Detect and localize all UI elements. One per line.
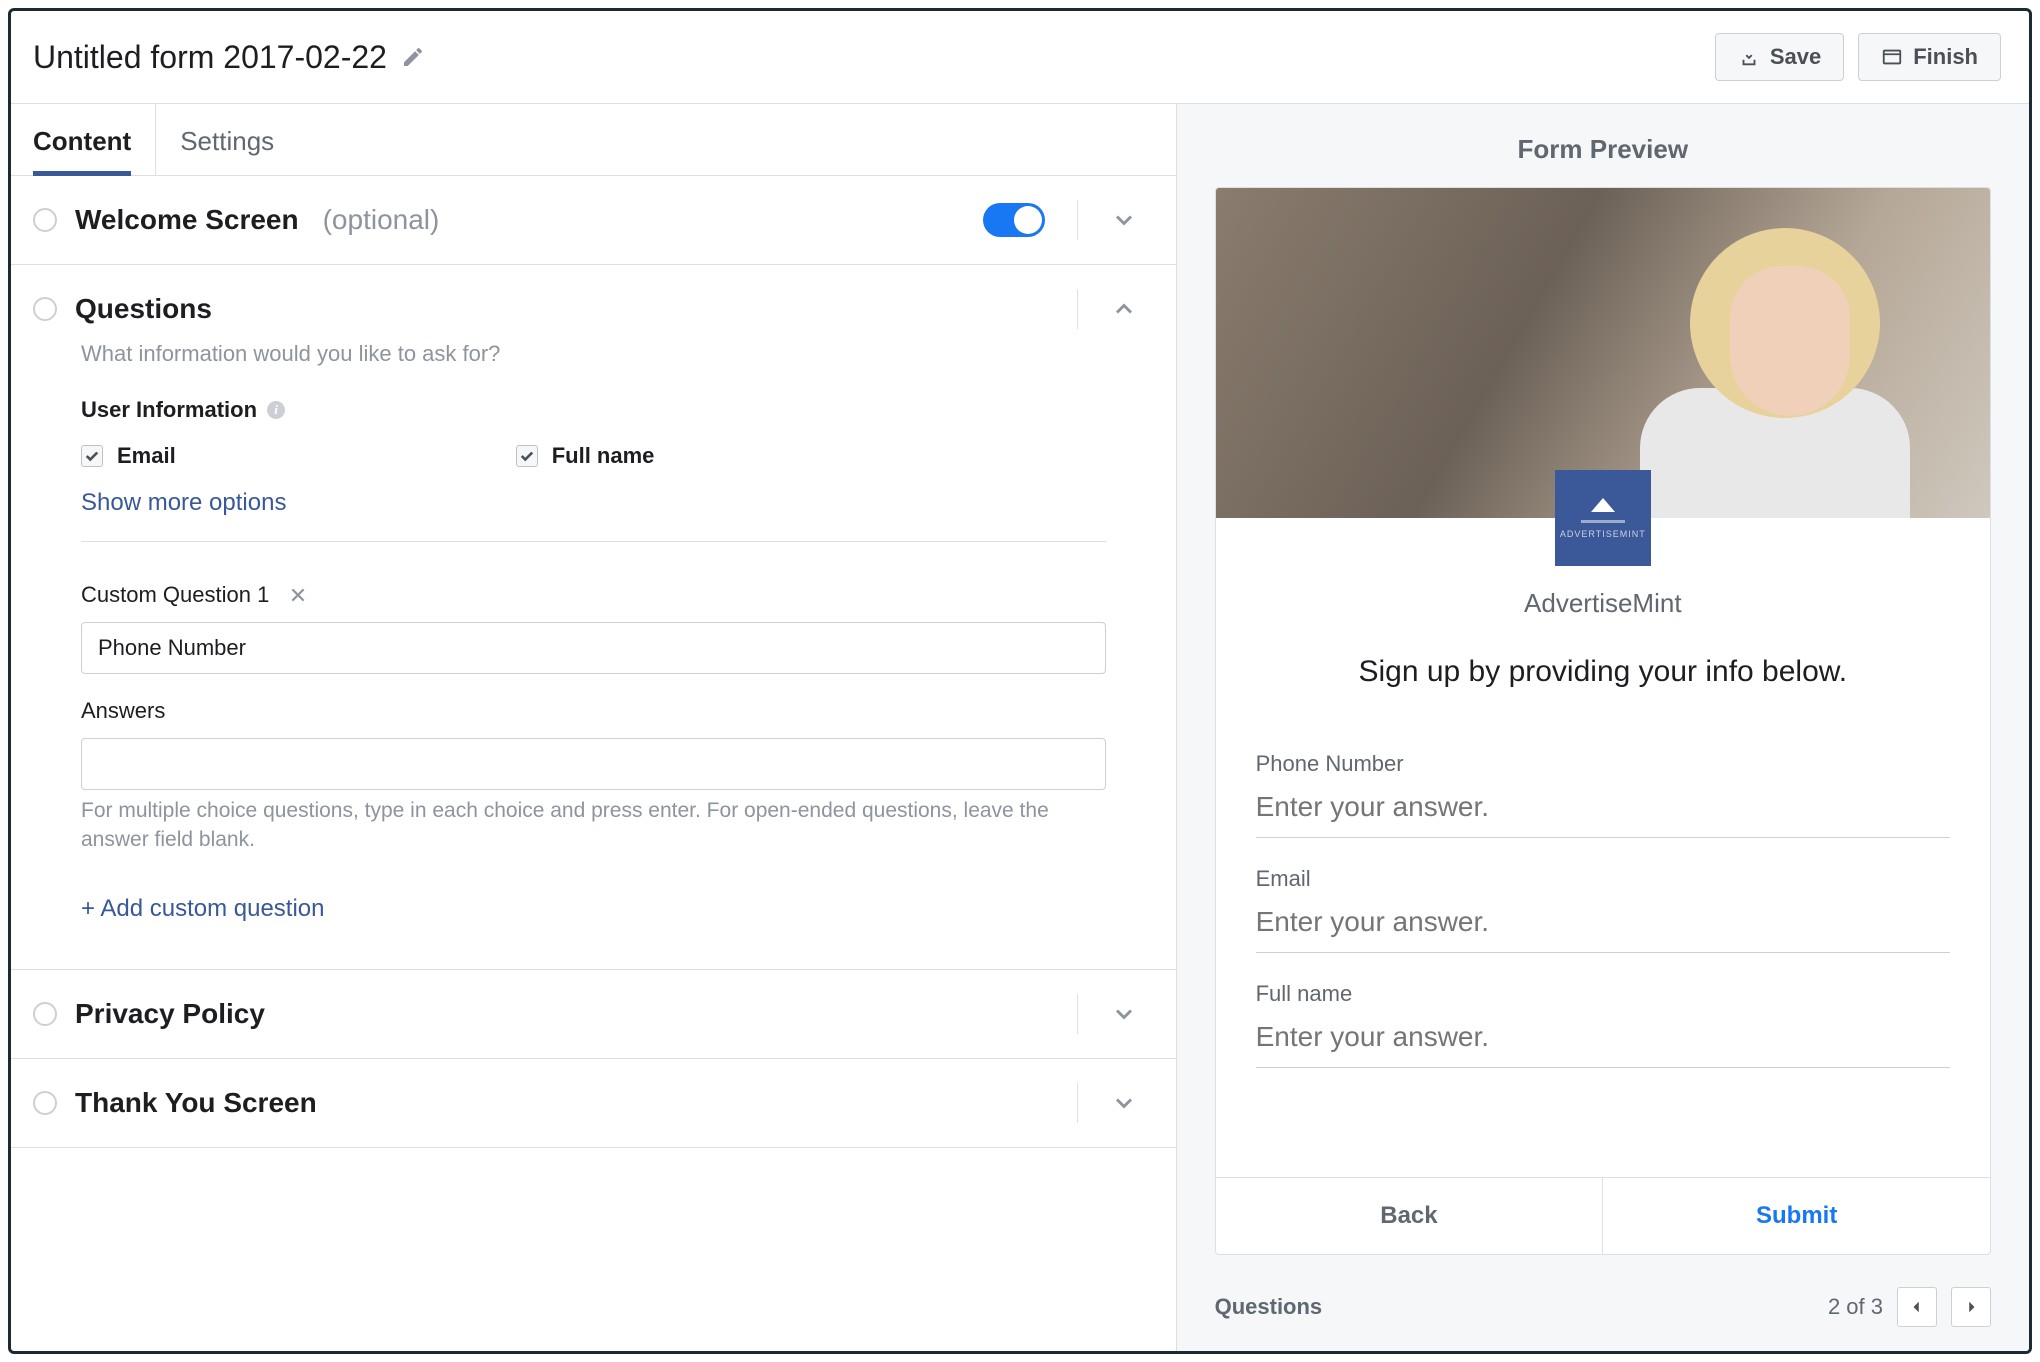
divider (1077, 994, 1078, 1034)
email-checkbox[interactable] (81, 445, 103, 467)
email-label: Email (117, 443, 176, 469)
user-info-label: User Information i (81, 397, 1106, 423)
divider (1077, 1083, 1078, 1123)
save-button[interactable]: Save (1715, 33, 1844, 81)
page-next-button[interactable] (1951, 1287, 1991, 1327)
page-prev-button[interactable] (1897, 1287, 1937, 1327)
save-label: Save (1770, 44, 1821, 70)
person-illustration (1640, 228, 1910, 518)
chevron-up-icon[interactable] (1110, 295, 1138, 323)
welcome-toggle[interactable] (983, 203, 1045, 237)
preview-back-button[interactable]: Back (1216, 1178, 1604, 1254)
preview-field-input[interactable] (1256, 892, 1950, 953)
answers-input[interactable] (81, 738, 1106, 790)
preview-hero-image: ADVERTISEMINT (1216, 188, 1990, 518)
page-indicator: 2 of 3 (1828, 1294, 1883, 1320)
page-title: Untitled form 2017-02-22 (33, 39, 387, 76)
preview-field-label: Email (1256, 866, 1950, 892)
footer-label: Questions (1215, 1294, 1323, 1320)
section-radio[interactable] (33, 1091, 57, 1115)
show-more-link[interactable]: Show more options (81, 489, 286, 517)
preview-submit-button[interactable]: Submit (1603, 1178, 1990, 1254)
chevron-down-icon[interactable] (1110, 206, 1138, 234)
section-title-privacy: Privacy Policy (75, 998, 265, 1030)
divider (1077, 289, 1078, 329)
custom-question-label: Custom Question 1 (81, 582, 269, 608)
download-icon (1738, 46, 1760, 68)
section-radio[interactable] (33, 297, 57, 321)
preview-field-label: Full name (1256, 981, 1950, 1007)
preview-field-label: Phone Number (1256, 751, 1950, 777)
fullname-checkbox[interactable] (516, 445, 538, 467)
info-icon[interactable]: i (267, 401, 285, 419)
preview-field-input[interactable] (1256, 1007, 1950, 1068)
divider (81, 541, 1106, 542)
section-title-welcome: Welcome Screen (75, 204, 299, 236)
preview-heading: Form Preview (1518, 134, 1689, 165)
preview-field-input[interactable] (1256, 777, 1950, 838)
pencil-icon[interactable] (401, 45, 425, 69)
tab-settings[interactable]: Settings (156, 104, 298, 175)
finish-button[interactable]: Finish (1858, 33, 2001, 81)
answers-hint: For multiple choice questions, type in e… (81, 796, 1106, 855)
section-title-thankyou: Thank You Screen (75, 1087, 317, 1119)
tab-content[interactable]: Content (33, 104, 156, 175)
questions-helper: What information would you like to ask f… (81, 341, 1106, 367)
section-title-questions: Questions (75, 293, 212, 325)
answers-label: Answers (81, 698, 165, 724)
preview-headline: Sign up by providing your info below. (1250, 655, 1956, 689)
chevron-down-icon[interactable] (1110, 1000, 1138, 1028)
window-icon (1881, 46, 1903, 68)
custom-question-input[interactable] (81, 622, 1106, 674)
brand-logo: ADVERTISEMINT (1555, 470, 1651, 566)
optional-label: (optional) (323, 204, 440, 236)
add-custom-question-link[interactable]: + Add custom question (81, 895, 325, 923)
finish-label: Finish (1913, 44, 1978, 70)
brand-name: AdvertiseMint (1216, 588, 1990, 619)
section-radio[interactable] (33, 1002, 57, 1026)
chevron-down-icon[interactable] (1110, 1089, 1138, 1117)
divider (1077, 200, 1078, 240)
section-radio[interactable] (33, 208, 57, 232)
preview-card: ADVERTISEMINT AdvertiseMint Sign up by p… (1215, 187, 1991, 1255)
fullname-label: Full name (552, 443, 655, 469)
close-icon[interactable] (289, 586, 307, 604)
